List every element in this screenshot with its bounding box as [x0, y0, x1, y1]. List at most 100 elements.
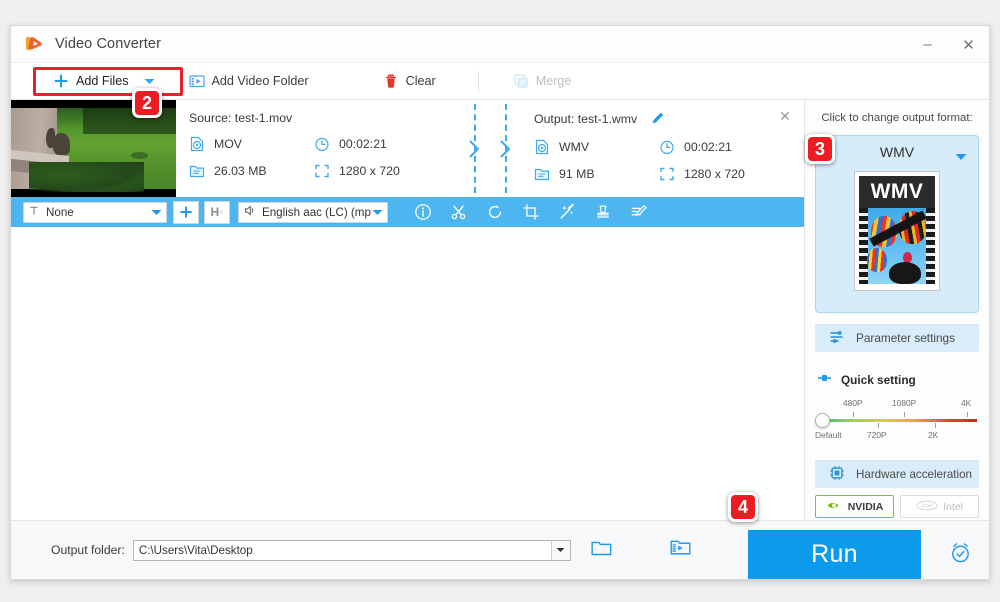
- gpu-vendor-row: NVIDIA intel Intel: [815, 495, 979, 518]
- output-format-name: WMV: [879, 144, 915, 160]
- arrow-divider-2: [490, 100, 521, 197]
- step-badge-4: 4: [728, 492, 758, 522]
- title-bar: Video Converter – ✕: [11, 26, 989, 63]
- slider-label-720p: 720P: [867, 430, 887, 440]
- parameter-settings-button[interactable]: Parameter settings: [815, 324, 979, 352]
- source-duration-cell: 00:02:21: [314, 136, 459, 152]
- output-resolution-value: 1280 x 720: [684, 167, 745, 181]
- resolution-icon: [659, 166, 675, 182]
- toolbar-separator: [477, 71, 479, 91]
- add-subtitle-button[interactable]: [173, 200, 199, 224]
- output-duration-cell: 00:02:21: [659, 139, 804, 155]
- document-size-icon: [189, 163, 205, 179]
- audio-track-value: English aac (LC) (mp: [262, 205, 371, 219]
- close-button[interactable]: ✕: [948, 26, 989, 63]
- merge-button[interactable]: Merge: [505, 67, 580, 95]
- add-video-folder-button[interactable]: Add Video Folder: [181, 67, 317, 95]
- source-size-cell: 26.03 MB: [189, 163, 314, 179]
- parameter-settings-label: Parameter settings: [856, 331, 956, 345]
- add-files-button[interactable]: Add Files: [45, 67, 137, 95]
- effect-icon[interactable]: [549, 197, 585, 227]
- output-resolution-cell: 1280 x 720: [659, 166, 804, 182]
- slider-bottom-labels: Default 720P 2K: [815, 430, 979, 442]
- rotate-icon[interactable]: [477, 197, 513, 227]
- slider-label-480p: 480P: [843, 398, 863, 408]
- arrow-divider-1: [459, 100, 490, 197]
- remove-item-button[interactable]: ✕: [777, 108, 793, 124]
- run-button[interactable]: Run: [748, 530, 921, 579]
- watermark-icon[interactable]: [585, 197, 621, 227]
- output-filename-row: Output: test-1.wmv: [534, 111, 804, 128]
- info-icon[interactable]: [405, 197, 441, 227]
- svg-text:intel: intel: [922, 503, 932, 509]
- media-folder-button[interactable]: [670, 538, 691, 562]
- speaker-icon: [243, 204, 256, 220]
- quick-setting-row: Quick setting: [815, 372, 979, 387]
- app-title: Video Converter: [55, 36, 162, 52]
- cut-icon[interactable]: [441, 197, 477, 227]
- slider-top-labels: 480P 1080P 4K: [815, 398, 979, 410]
- source-duration-value: 00:02:21: [339, 137, 387, 151]
- edit-pencil-icon[interactable]: [651, 111, 665, 128]
- output-format-value: WMV: [559, 140, 590, 154]
- plus-icon: [53, 73, 69, 89]
- output-size-value: 91 MB: [559, 167, 595, 181]
- format-chevron-down-icon[interactable]: [955, 148, 967, 166]
- sliders-icon: [829, 329, 845, 348]
- source-info: Source: test-1.mov MOV 00:02:21 26.03 MB…: [176, 100, 459, 197]
- output-duration-value: 00:02:21: [684, 140, 732, 154]
- source-format-cell: MOV: [189, 136, 314, 152]
- file-item-row[interactable]: Source: test-1.mov MOV 00:02:21 26.03 MB…: [11, 100, 804, 197]
- output-format-card[interactable]: WMV WMV: [815, 135, 979, 313]
- source-resolution-cell: 1280 x 720: [314, 163, 459, 179]
- subtitle-select[interactable]: None: [23, 201, 167, 223]
- nvidia-toggle[interactable]: NVIDIA: [815, 495, 894, 518]
- output-folder-dropdown[interactable]: [550, 540, 570, 560]
- source-resolution-value: 1280 x 720: [339, 164, 400, 178]
- crop-icon[interactable]: [513, 197, 549, 227]
- slider-label-2k: 2K: [928, 430, 939, 440]
- bottom-bar: Output folder: C:\Users\Vita\Desktop Run: [11, 520, 989, 579]
- minimize-button[interactable]: –: [907, 26, 948, 63]
- file-list-pane: Source: test-1.mov MOV 00:02:21 26.03 MB…: [11, 100, 805, 520]
- edit-tool-icons: [405, 197, 657, 227]
- intel-toggle[interactable]: intel Intel: [900, 495, 979, 518]
- audio-track-select[interactable]: English aac (LC) (mp: [238, 201, 388, 223]
- slider-track: [817, 419, 977, 422]
- output-format-cell: WMV: [534, 139, 659, 155]
- output-folder-label: Output folder:: [51, 543, 125, 557]
- slider-label-default: Default: [815, 430, 842, 440]
- window-controls: – ✕: [907, 26, 989, 63]
- source-format-value: MOV: [214, 137, 243, 151]
- item-action-strip: None H ○ English aac (LC) (mp: [11, 197, 804, 227]
- main-content: Source: test-1.mov MOV 00:02:21 26.03 MB…: [11, 100, 989, 520]
- document-size-icon: [534, 166, 550, 182]
- output-info: Output: test-1.wmv WMV 00:02:21 91 MB 12…: [521, 100, 804, 197]
- quick-setting-icon: [817, 372, 833, 387]
- clock-icon: [314, 136, 330, 152]
- open-folder-button[interactable]: [591, 539, 612, 562]
- schedule-alarm-button[interactable]: [945, 537, 975, 567]
- file-format-icon: [534, 139, 550, 155]
- chevron-down-icon: [372, 206, 383, 219]
- add-files-label: Add Files: [76, 74, 129, 88]
- output-format-panel: Click to change output format: WMV WMV P…: [805, 100, 989, 520]
- chevron-down-icon: [151, 206, 162, 219]
- source-filename: Source: test-1.mov: [189, 111, 293, 125]
- clear-button[interactable]: Clear: [375, 67, 444, 95]
- intel-label: Intel: [943, 500, 963, 513]
- subtitle-t-icon: [28, 205, 40, 220]
- hardware-encoder-button[interactable]: H ○: [204, 200, 230, 224]
- clock-icon: [659, 139, 675, 155]
- slider-label-1080p: 1080P: [892, 398, 917, 408]
- nvidia-label: NVIDIA: [847, 500, 884, 513]
- subtitle-edit-icon[interactable]: [621, 197, 657, 227]
- quality-slider[interactable]: 480P 1080P 4K Default 720P 2K: [815, 398, 979, 442]
- folder-video-icon: [188, 73, 205, 89]
- output-folder-input[interactable]: C:\Users\Vita\Desktop: [132, 539, 571, 561]
- slider-knob[interactable]: [815, 413, 830, 428]
- resolution-icon: [314, 163, 330, 179]
- subtitle-value: None: [46, 205, 74, 219]
- hardware-acceleration-button[interactable]: Hardware acceleration: [815, 460, 979, 488]
- merge-label: Merge: [535, 74, 572, 88]
